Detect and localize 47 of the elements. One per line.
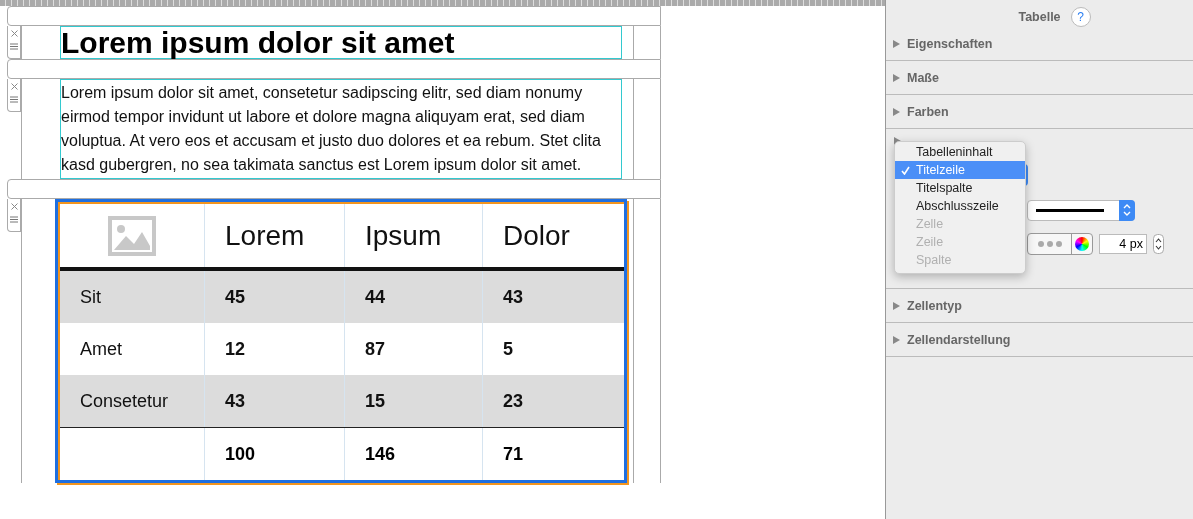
table-cell: 43	[503, 286, 524, 308]
table-cell: Sit	[80, 286, 101, 308]
close-icon[interactable]	[10, 30, 18, 37]
border-width-field[interactable]: 4 px	[1099, 234, 1147, 254]
section-header[interactable]: Eigenschaften	[886, 36, 993, 51]
paragraph-text: Lorem ipsum dolor sit amet, consetetur sadipscing elitr, sed diam nonumy eirmod tempor invidunt ut labore et dolore magna aliquyam erat, sed diam voluptua. At vero eos et accusam et justo duo dolores et ea rebum. Stet clita kasd gubergren, no sea takimata sanctus est Lorem ipsum dolor sit amet.	[61, 83, 602, 175]
table-cell: 44	[365, 286, 386, 308]
table-cell: 23	[503, 390, 524, 412]
section-header[interactable]: Zellendarstellung	[886, 332, 1011, 347]
menu-item[interactable]: Abschlusszeile	[895, 197, 1025, 215]
help-button[interactable]: ?	[1070, 6, 1091, 27]
block-handle[interactable]	[7, 199, 21, 232]
panel-title: Tabelle	[1018, 9, 1061, 24]
table-cell: 45	[225, 286, 246, 308]
close-icon[interactable]	[10, 203, 18, 210]
drag-handle-icon[interactable]	[10, 43, 18, 50]
checkmark-icon	[901, 165, 910, 175]
total-cell: 71	[503, 443, 524, 465]
color-well[interactable]	[1027, 233, 1093, 255]
table-cell: 5	[503, 338, 513, 360]
drag-handle-icon[interactable]	[10, 96, 18, 103]
column-header: Dolor	[503, 219, 570, 252]
table-cell: 12	[225, 338, 246, 360]
section-header[interactable]: Maße	[886, 70, 939, 85]
heading-text: Lorem ipsum dolor sit amet	[61, 27, 456, 58]
table-cell: Amet	[80, 338, 122, 360]
line-style-dropdown[interactable]	[1027, 199, 1135, 221]
block-handle[interactable]	[7, 26, 21, 59]
table-cell: 43	[225, 390, 246, 412]
stepper-icon[interactable]	[1153, 234, 1164, 254]
menu-item[interactable]: Titelspalte	[895, 179, 1025, 197]
section-header[interactable]: Zellentyp	[886, 298, 962, 313]
block-margin	[633, 26, 661, 59]
column-header: Ipsum	[365, 219, 442, 252]
table-cell: Consetetur	[80, 390, 169, 412]
image-icon	[108, 215, 156, 256]
block-handle[interactable]	[7, 79, 21, 112]
total-cell: 100	[225, 443, 256, 465]
total-cell: 146	[365, 443, 396, 465]
table-cell: 15	[365, 390, 386, 412]
menu-item[interactable]: Titelzeile	[895, 161, 1025, 179]
drag-handle-icon[interactable]	[10, 216, 18, 223]
menu-item[interactable]: Tabelleninhalt	[895, 143, 1025, 161]
section-header[interactable]: Farben	[886, 104, 949, 119]
column-header: Lorem	[225, 219, 305, 252]
table-cell: 87	[365, 338, 386, 360]
close-icon[interactable]	[10, 83, 18, 90]
